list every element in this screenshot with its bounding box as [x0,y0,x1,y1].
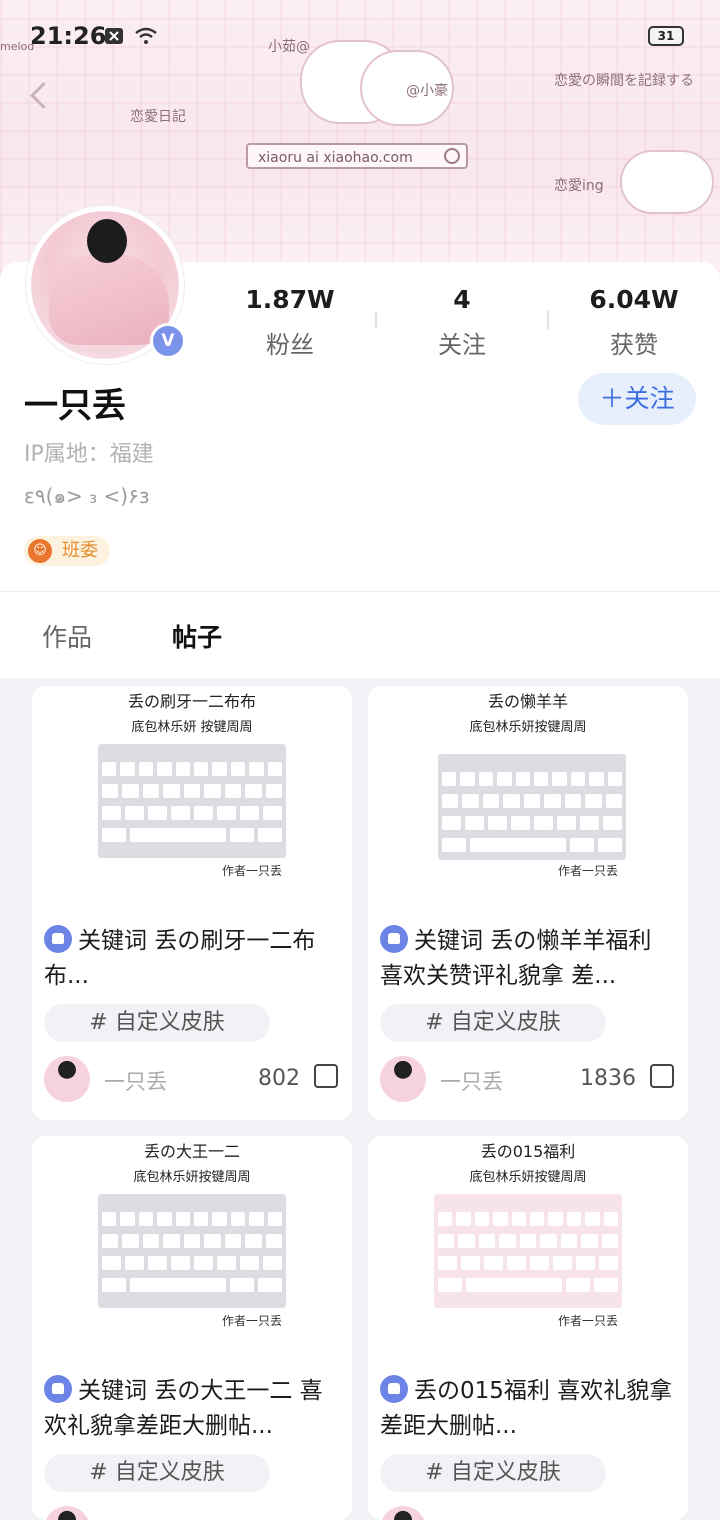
stat-likes-label: 获赞 [610,331,658,359]
banner-search-text: xiaoru ai xiaohao.com [258,150,413,166]
banner-search-graphic: xiaoru ai xiaohao.com [246,143,468,169]
like-count: 802 [258,1066,300,1091]
thumb-subtitle: 底包林乐妍按键周周 [133,1170,251,1185]
tab-posts[interactable]: 帖子 [172,618,222,654]
stat-following-value: 4 [453,285,471,314]
role-tag-icon: ☺ [28,539,52,563]
battery-indicator: 31 [648,26,684,46]
wifi-icon [135,27,157,44]
keyword-badge-icon [44,925,72,953]
tab-works[interactable]: 作品 [42,618,92,654]
like-count: 1836 [580,1066,636,1091]
post-title-prefix: 关键词 [414,928,491,954]
stat-divider [375,311,377,329]
stat-likes-value: 6.04W [589,285,679,314]
notification-x-icon [105,28,123,44]
keyword-badge-icon [44,1375,72,1403]
role-tag[interactable]: ☺ 班委 [24,536,110,566]
thumb-author: 作者一只丢 [221,1314,282,1328]
ip-location: IP属地：福建 [24,442,154,467]
author-avatar[interactable] [44,1056,90,1102]
topic-chip[interactable]: # 自定义皮肤 [44,1454,270,1492]
keyboard-preview [98,744,286,858]
post-card[interactable]: 丢の懒羊羊 底包林乐妍按键周周 作者一只丢 关键词 丢の懒羊羊福利 喜欢关赞评礼… [368,686,688,1120]
role-tag-label: 班委 [62,540,98,561]
thumb-author: 作者一只丢 [557,1314,618,1328]
banner-tag-3: 恋愛日記 [130,109,186,125]
profile-name: 一只丢 [24,386,126,426]
stat-divider [547,311,549,329]
search-icon [444,148,460,164]
content-tabs: 作品 帖子 [0,592,720,678]
post-title: 关键词 丢の刷牙一二布布... [44,924,340,994]
status-bar: 21:26 31 [0,0,720,72]
author-avatar[interactable] [380,1056,426,1102]
thumb-title: 丢の刷牙一二布布 [127,692,256,711]
stat-fans-label: 粉丝 [266,331,314,359]
profile-bio: ε٩(๑> ₃ <)۶з [24,484,150,508]
stat-likes[interactable]: 6.04W 获赞 [574,284,694,360]
post-thumbnail: 丢の大王一二 底包林乐妍按键周周 作者一只丢 [32,1136,352,1346]
thumb-title: 丢の015福利 [480,1142,576,1161]
thumbs-up-icon[interactable] [650,1064,674,1088]
post-card[interactable]: 丢の大王一二 底包林乐妍按键周周 作者一只丢 关键词 丢の大王一二 喜欢礼貌拿差… [32,1136,352,1520]
keyword-badge-icon [380,925,408,953]
thumb-author: 作者一只丢 [557,864,618,878]
post-thumbnail: 丢の懒羊羊 底包林乐妍按键周周 作者一只丢 [368,686,688,896]
post-thumbnail: 丢の刷牙一二布布 底包林乐妍 按键周周 作者一只丢 [32,686,352,896]
stat-fans-value: 1.87W [245,285,335,314]
post-card[interactable]: 丢の015福利 底包林乐妍按键周周 作者一只丢 丢の015福利 喜欢礼貌拿差距大… [368,1136,688,1520]
post-title: 丢の015福利 喜欢礼貌拿差距大删帖... [380,1374,676,1444]
topic-chip[interactable]: # 自定义皮肤 [380,1454,606,1492]
thumb-subtitle: 底包林乐妍 按键周周 [131,720,253,735]
banner-tag-5: 恋愛ing [554,178,604,194]
post-title: 关键词 丢の懒羊羊福利 喜欢关赞评礼貌拿 差... [380,924,676,994]
post-card[interactable]: 丢の刷牙一二布布 底包林乐妍 按键周周 作者一只丢 关键词 丢の刷牙一二布布..… [32,686,352,1120]
avatar-hair [87,219,127,263]
keyword-badge-icon [380,1375,408,1403]
thumb-subtitle: 底包林乐妍按键周周 [469,720,587,735]
topic-chip[interactable]: # 自定义皮肤 [380,1004,606,1042]
topic-chip[interactable]: # 自定义皮肤 [44,1004,270,1042]
thumb-subtitle: 底包林乐妍按键周周 [469,1170,587,1185]
banner-tag-2: @小豪 [406,83,448,99]
follow-button[interactable]: ＋关注 [578,373,696,425]
thumb-title: 丢の大王一二 [143,1142,240,1161]
thumb-title: 丢の懒羊羊 [487,692,568,711]
stat-following-label: 关注 [438,331,486,359]
thumb-author: 作者一只丢 [221,864,282,878]
verified-badge-icon: V [150,323,186,359]
post-thumbnail: 丢の015福利 底包林乐妍按键周周 作者一只丢 [368,1136,688,1346]
author-avatar[interactable] [44,1506,90,1520]
stat-following[interactable]: 4 关注 [402,284,522,360]
banner-tag-4: 恋愛の瞬間を記録する [554,73,694,89]
post-title-prefix: 关键词 [78,928,155,954]
status-time: 21:26 [30,22,107,50]
author-name[interactable]: 一只丢 [440,1066,503,1096]
keyboard-preview [434,1194,622,1308]
avatar-blanket [49,255,169,345]
thumbs-up-icon[interactable] [314,1064,338,1088]
keyboard-preview [98,1194,286,1308]
author-avatar[interactable] [380,1506,426,1520]
post-title-text: 丢の015福利 喜欢礼貌拿差距大删帖... [380,1378,673,1439]
keyboard-preview [438,754,626,860]
post-title-prefix: 关键词 [78,1378,155,1404]
bunny-illustration-right [620,150,714,214]
stat-fans[interactable]: 1.87W 粉丝 [230,284,350,360]
post-title: 关键词 丢の大王一二 喜欢礼貌拿差距大删帖... [44,1374,340,1444]
author-name[interactable]: 一只丢 [104,1066,167,1096]
